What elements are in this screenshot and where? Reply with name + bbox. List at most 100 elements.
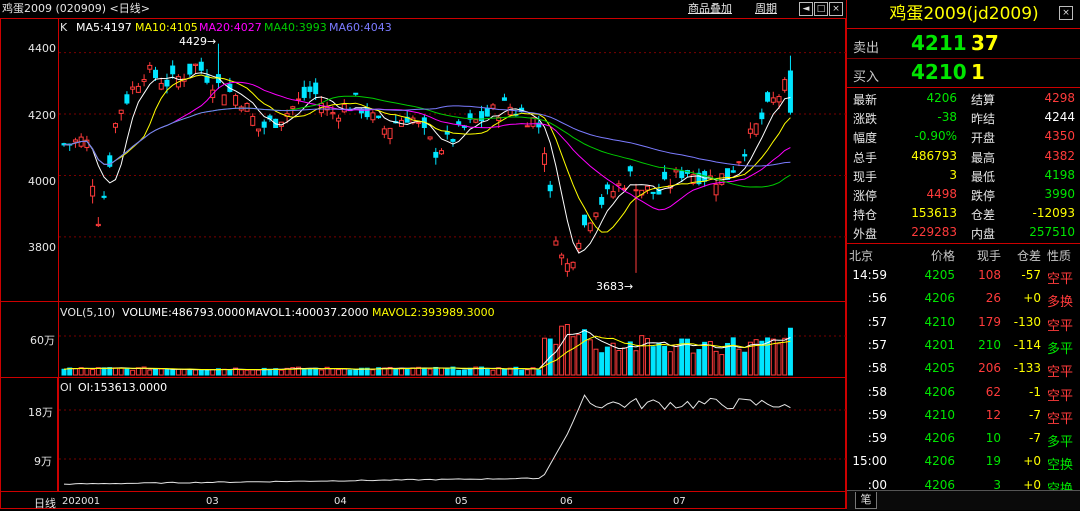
candle-down — [627, 166, 633, 172]
volume-bar-up — [622, 347, 628, 376]
candle-down — [170, 65, 176, 75]
restore-button[interactable]: □ — [814, 2, 828, 16]
volume-bar-up — [118, 367, 124, 376]
overlay-link[interactable]: 商品叠加 — [688, 0, 732, 18]
kline-chart[interactable] — [0, 18, 846, 509]
volume-bar-down — [599, 352, 605, 376]
vol-y-tick: 60万 — [30, 334, 55, 347]
tick-cell-d: -7 — [1029, 407, 1041, 422]
volume-bar-up — [90, 368, 96, 376]
volume-bar-down — [501, 368, 507, 376]
tick-cell-p: 4210 — [924, 314, 955, 329]
volume-bar-up — [610, 342, 616, 376]
candle-up — [158, 82, 164, 90]
stat-label: 最新 — [853, 93, 878, 107]
candle-up — [341, 103, 347, 113]
candle-down — [307, 86, 313, 92]
ma20-legend: MA20:4027 — [199, 21, 262, 34]
tick-cell-n: 空平 — [1047, 365, 1074, 381]
candle-down — [353, 92, 359, 95]
volume-bar-down — [164, 368, 170, 376]
volume-legend: VOLUME:486793.0000 — [122, 306, 246, 319]
volume-bar-down — [696, 349, 702, 376]
tick-cell-t: :56 — [867, 291, 887, 306]
oi-y-tick-18: 18万 — [28, 406, 53, 419]
volume-bar-down — [725, 342, 731, 376]
candle-down — [187, 63, 193, 75]
tick-cell-p: 4206 — [924, 454, 955, 469]
volume-bar-down — [227, 369, 233, 376]
sell-label: 卖出 — [853, 41, 880, 56]
tick-header-cell: 现手 — [976, 249, 1001, 263]
tick-cell-d: -57 — [1021, 268, 1041, 282]
stat-value: -0.90% — [914, 129, 957, 144]
candle-up — [616, 183, 622, 186]
tick-header-cell: 价格 — [930, 249, 955, 263]
sell-price[interactable]: 4211 — [911, 31, 967, 55]
candle-up — [610, 191, 616, 198]
candle-down — [730, 170, 736, 173]
volume-bar-up — [278, 369, 284, 376]
y-tick-3800: 3800 — [28, 241, 56, 254]
tick-header-cell: 北京 — [849, 249, 874, 263]
candle-up — [95, 223, 101, 227]
candle-up — [490, 104, 496, 109]
tick-cell-t: :57 — [867, 337, 887, 352]
volume-bar-up — [639, 335, 645, 376]
candle-down — [153, 69, 159, 79]
volume-bar-up — [593, 348, 599, 376]
buy-price[interactable]: 4210 — [911, 60, 967, 84]
volume-bar-up — [576, 334, 582, 376]
candle-down — [261, 121, 267, 128]
candle-down — [484, 107, 490, 117]
stat-value: 257510 — [1029, 225, 1075, 240]
stat-value: 486793 — [911, 148, 957, 163]
stat-label: 结算 — [971, 93, 996, 107]
volume-bar-up — [250, 369, 256, 376]
quote-panel: 鸡蛋2009(jd2009) × 卖出 4211 37 买入 4210 1 最新… — [846, 0, 1080, 510]
oi-label: OI — [60, 381, 72, 394]
volume-bar-up — [210, 368, 216, 376]
tick-tab[interactable]: 笔 — [855, 492, 877, 509]
tick-header-cell: 性质 — [1047, 249, 1072, 263]
volume-bar-up — [130, 369, 136, 376]
chart-header: 鸡蛋2009 (020909) <日线> 商品叠加 周期 ◄ □ × — [0, 0, 844, 18]
candle-down — [164, 79, 170, 87]
volume-bar-up — [633, 350, 639, 376]
tick-cell-t: 14:59 — [852, 268, 887, 282]
candle-down — [198, 61, 204, 71]
buy-label: 买入 — [853, 70, 880, 85]
ma60-line — [63, 105, 791, 167]
stat-value: 4298 — [1044, 91, 1075, 105]
candle-down — [765, 92, 771, 102]
stat-label: 幅度 — [853, 131, 878, 146]
volume-bar-up — [570, 336, 576, 376]
volume-bar-down — [101, 367, 107, 376]
stat-label: 涨跌 — [853, 112, 878, 127]
close-chart-button[interactable]: × — [829, 2, 843, 16]
x-label-may: 05 — [455, 496, 468, 507]
high-marker: 4429→ — [179, 35, 217, 48]
tick-cell-n: 空平 — [1047, 272, 1074, 287]
candle-up — [112, 123, 118, 128]
candle-up — [770, 97, 776, 103]
volume-bar-up — [541, 337, 547, 376]
volume-bar-up — [72, 368, 78, 376]
ma5-legend: MA5:4197 — [76, 21, 132, 34]
panel-close-button[interactable]: × — [1059, 6, 1073, 20]
prev-button[interactable]: ◄ — [799, 2, 813, 16]
chart-area[interactable]: K MA5:4197 MA10:4105 MA20:4027 MA40:3993… — [0, 18, 846, 510]
candle-up — [541, 153, 547, 165]
volume-bar-up — [713, 350, 719, 376]
volume-bar-down — [604, 346, 610, 376]
stat-value: 4498 — [926, 187, 957, 201]
candle-up — [576, 242, 582, 250]
tick-cell-v: 10 — [985, 431, 1001, 446]
candle-up — [587, 222, 593, 232]
volume-bar-up — [410, 367, 416, 376]
volume-bar-up — [564, 324, 570, 376]
period-link[interactable]: 周期 — [755, 0, 777, 18]
candle-up — [559, 254, 565, 259]
oi-legend: OI:153613.0000 — [78, 381, 168, 394]
volume-bar-down — [759, 340, 765, 376]
